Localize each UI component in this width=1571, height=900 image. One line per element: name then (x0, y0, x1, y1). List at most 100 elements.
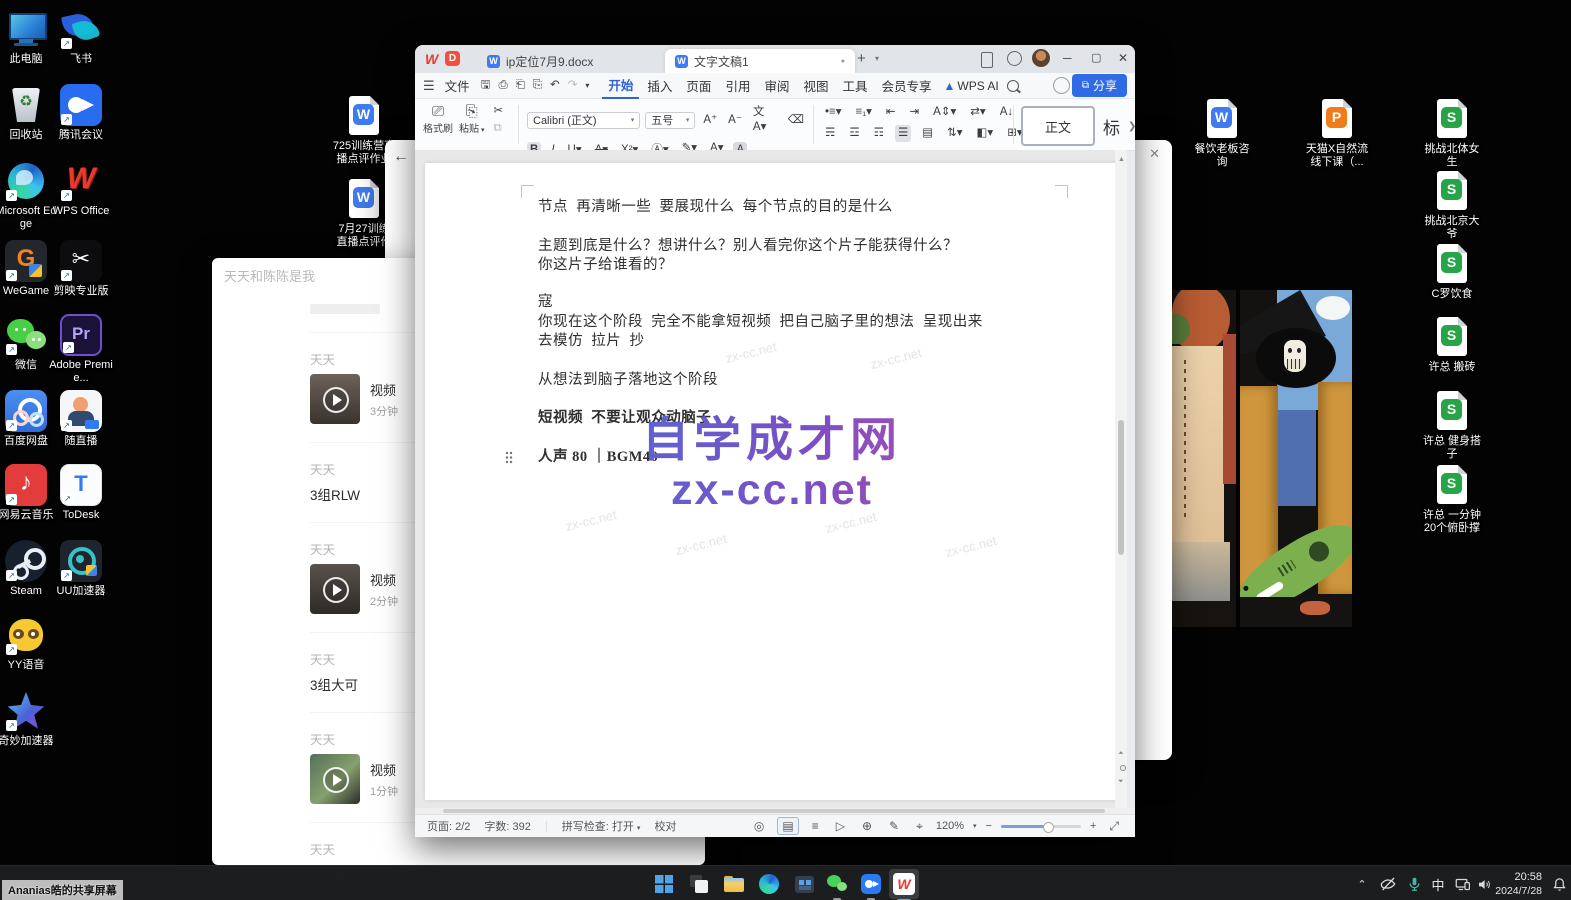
status-page[interactable]: 页面: 2/2 (427, 818, 470, 834)
status-proofread[interactable]: 校对 (654, 818, 676, 834)
zoom-out-button[interactable]: − (986, 820, 992, 832)
save-icon[interactable]: 🖫 (478, 77, 494, 94)
doc-paragraph[interactable]: 节点 再清晰一些 要展现什么 每个节点的目的是什么 (538, 195, 893, 216)
edge-taskbar-button[interactable] (755, 870, 783, 898)
desktop-icon-feishu[interactable]: 飞书 (49, 8, 113, 66)
next-page-icon[interactable]: ⏷ (1118, 778, 1124, 786)
web-layout-icon[interactable]: ⊕ (858, 818, 876, 834)
share-button[interactable]: ⧉ 分享 (1072, 74, 1127, 97)
outline-view-icon[interactable]: ≡ (808, 818, 823, 834)
desktop-icon-zhibo[interactable]: 随直播 (49, 390, 113, 448)
video-thumbnail[interactable] (310, 564, 360, 614)
desktop-icon-qimiao-booster[interactable]: 奇妙加速器 (0, 690, 58, 748)
document-page[interactable]: zx-cc.net zx-cc.net zx-cc.net zx-cc.net … (425, 163, 1119, 800)
more-commands-chevron-icon[interactable]: ▾ (582, 77, 592, 94)
desktop-icon-premiere[interactable]: Pr Adobe Premie... (49, 314, 113, 385)
increase-indent-icon[interactable]: ⇥ (907, 104, 923, 121)
status-words[interactable]: 字数: 392 (484, 818, 530, 834)
menu-insert[interactable]: 插入 (641, 73, 678, 98)
maximize-button[interactable]: ▢ (1091, 51, 1101, 64)
fit-window-icon[interactable]: ⤢ (1105, 818, 1123, 835)
docer-icon[interactable]: D (445, 51, 460, 66)
print-icon[interactable]: ⎗ (513, 77, 528, 94)
justify-icon[interactable]: ☰ (895, 125, 911, 142)
align-right-icon[interactable]: ☶ (871, 125, 887, 142)
shading-icon[interactable]: ◧▾ (974, 125, 997, 142)
video-thumbnail[interactable] (310, 754, 360, 804)
video-message[interactable]: 视频 1分钟 (310, 754, 415, 804)
style-heading-partial[interactable]: 标 (1103, 114, 1120, 139)
minimize-button[interactable]: ─ (1063, 51, 1072, 65)
user-avatar[interactable] (1032, 49, 1050, 67)
desktop-icon-sheet-xuzong2[interactable]: S 许总 健身搭子 (1420, 390, 1484, 461)
numbering-icon[interactable]: ≡₁▾ (853, 104, 875, 121)
zoom-slider-handle[interactable] (1043, 822, 1054, 833)
font-size-select[interactable]: 五号▾ (645, 112, 695, 129)
scroll-up-icon[interactable]: ▲ (1118, 156, 1125, 163)
close-button[interactable]: ✕ (1118, 51, 1128, 65)
notification-button[interactable] (1545, 870, 1571, 898)
decrease-indent-icon[interactable]: ⇤ (883, 104, 899, 121)
help-smiley-icon[interactable] (1053, 77, 1070, 94)
desktop-icon-yy-voice[interactable]: YY语音 (0, 614, 58, 672)
desktop-icon-sheet-beiti[interactable]: S 挑战北体女生 (1420, 98, 1484, 169)
redo-icon[interactable]: ↷ (565, 77, 581, 94)
hscrollbar-thumb[interactable] (443, 809, 1105, 813)
desktop-icon-doc-canyin[interactable]: W 餐饮老板咨询 (1190, 98, 1254, 169)
doc-paragraph[interactable]: 去模仿 拉片 抄 (538, 329, 645, 350)
new-tab-button[interactable]: + (857, 50, 866, 67)
task-view-button[interactable] (685, 870, 713, 898)
doc-tab-1[interactable]: W ip定位7月9.docx (477, 49, 647, 73)
hamburger-icon[interactable]: ☰ (423, 78, 435, 94)
document-area[interactable]: zx-cc.net zx-cc.net zx-cc.net zx-cc.net … (415, 150, 1127, 808)
read-mode-icon[interactable]: ▷ (832, 818, 849, 834)
prev-page-icon[interactable]: ⏶ (1118, 750, 1124, 758)
bullets-icon[interactable]: •≡▾ (822, 104, 845, 121)
video-message[interactable]: 视频 2分钟 (310, 564, 415, 614)
menu-home[interactable]: 开始 (602, 72, 639, 100)
page-view-icon[interactable]: ▤ (777, 817, 798, 835)
search-icon[interactable] (1007, 80, 1019, 92)
select-browse-icon[interactable] (1120, 765, 1126, 771)
desktop-icon-sheet-xuzong1[interactable]: S 许总 搬砖 (1420, 316, 1484, 374)
align-center-icon[interactable]: ☲ (846, 125, 862, 142)
menu-review[interactable]: 审阅 (758, 73, 795, 98)
undo-icon[interactable]: ↶ (547, 77, 563, 94)
clear-format-icon[interactable]: ⌫ (785, 112, 807, 129)
wps-ai-label[interactable]: WPS AI (957, 79, 998, 93)
menu-file[interactable]: 文件 (439, 73, 476, 98)
wps-taskbar-button-active[interactable]: W (889, 869, 919, 899)
mobile-sync-icon[interactable] (981, 52, 993, 68)
status-spellcheck[interactable]: 拼写检查: 打开 ▾ (562, 818, 641, 834)
viewer-close-icon[interactable]: ✕ (1149, 146, 1160, 162)
camera-off-button[interactable] (1374, 870, 1402, 898)
wechat-taskbar-button[interactable] (823, 870, 851, 898)
video-thumbnail[interactable] (310, 374, 360, 424)
scrollbar-thumb[interactable] (1118, 420, 1124, 555)
clock[interactable]: 20:58 2024/7/28 (1494, 871, 1542, 898)
doc-paragraph[interactable]: 你这片子给谁看的？ (538, 253, 673, 274)
start-button[interactable] (650, 870, 678, 898)
desktop-icon-tencent-meeting[interactable]: 腾讯会议 (49, 84, 113, 142)
tray-expand-button[interactable]: ⌃ (1348, 870, 1376, 898)
line-spacing-icon[interactable]: ⇅▾ (944, 125, 965, 142)
copy-icon[interactable]: ⧉ (490, 120, 506, 137)
file-explorer-button[interactable] (720, 870, 748, 898)
desktop-icon-wps-office[interactable]: W WPS Office (49, 160, 113, 218)
back-arrow-icon[interactable]: ← (393, 148, 409, 166)
char-scale-icon[interactable]: A⇕▾ (930, 104, 959, 121)
theme-skin-icon[interactable] (1004, 48, 1025, 69)
doc-paragraph[interactable]: 从想法到脑子落地这个阶段 (538, 368, 718, 389)
font-name-select[interactable]: Calibri (正文)▾ (527, 112, 640, 129)
meeting-taskbar-button[interactable] (857, 870, 885, 898)
menu-tools[interactable]: 工具 (836, 73, 873, 98)
desktop-icon-sheet-cluo[interactable]: S C罗饮食 (1420, 243, 1484, 301)
menu-page[interactable]: 页面 (680, 73, 717, 98)
zoom-in-button[interactable]: + (1090, 820, 1096, 832)
styles-more-chevron-icon[interactable]: ❯ (1128, 121, 1136, 132)
focus-mode-icon[interactable]: ⌖ (912, 818, 927, 835)
menu-reference[interactable]: 引用 (719, 73, 756, 98)
align-left-icon[interactable]: ☴ (822, 125, 838, 142)
doc-paragraph[interactable]: 寇 (538, 290, 553, 311)
tab-list-chevron-icon[interactable]: ▾ (875, 54, 879, 63)
